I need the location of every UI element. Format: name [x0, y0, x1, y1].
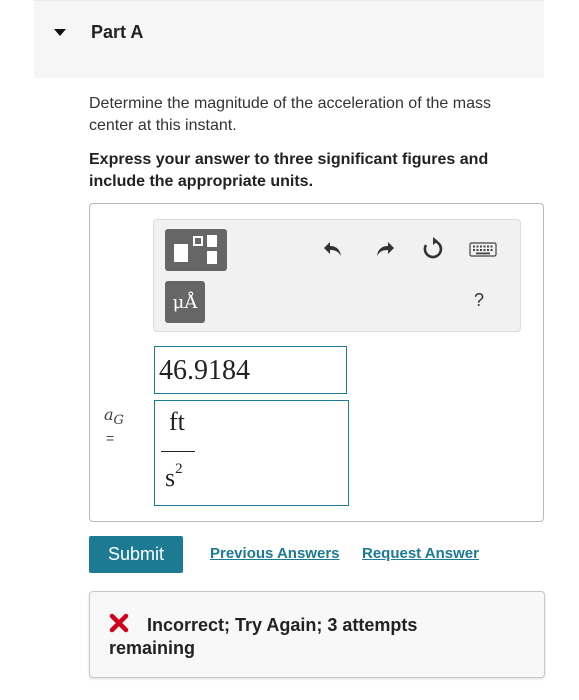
request-answer-link[interactable]: Request Answer — [362, 545, 479, 562]
collapse-caret-icon[interactable] — [54, 29, 66, 36]
unit-exponent: 2 — [175, 461, 183, 477]
part-header[interactable]: Part A — [34, 0, 544, 78]
help-button[interactable]: ? — [474, 290, 484, 311]
unit-denominator-base: s — [165, 463, 176, 492]
reset-icon[interactable] — [420, 236, 446, 262]
template-fraction-icon — [207, 235, 217, 247]
units-input[interactable]: ft s2 — [154, 400, 349, 506]
part-title: Part A — [91, 22, 144, 42]
answer-instruction: Express your answer to three significant… — [89, 151, 489, 190]
value-input[interactable]: 46.9184 — [154, 346, 347, 394]
templates-button[interactable] — [165, 229, 227, 271]
equals-sign: = — [106, 430, 115, 446]
template-fraction-bottom-icon — [207, 251, 217, 264]
keyboard-icon[interactable] — [468, 236, 498, 262]
undo-icon[interactable] — [320, 236, 346, 262]
answer-box: μÅ ? aG = 46.9184 ft s2 — [89, 203, 544, 522]
submit-button[interactable]: Submit — [89, 536, 183, 573]
variable-base: a — [104, 405, 114, 424]
previous-answers-link[interactable]: Previous Answers — [210, 545, 340, 562]
feedback-box: Incorrect; Try Again; 3 attempts remaini… — [89, 591, 545, 678]
math-toolbar: μÅ ? — [153, 219, 521, 332]
question-text: Determine the magnitude of the accelerat… — [89, 95, 491, 134]
unit-numerator: ft — [169, 407, 185, 436]
template-box-icon — [193, 236, 203, 246]
feedback-message: Incorrect; Try Again; 3 attempts remaini… — [109, 615, 418, 658]
template-square-icon — [174, 244, 188, 262]
unit-denominator: s2 — [165, 461, 183, 493]
redo-icon[interactable] — [372, 236, 398, 262]
fraction-bar — [161, 451, 195, 452]
units-button[interactable]: μÅ — [165, 281, 205, 323]
variable-label: aG — [104, 405, 124, 428]
variable-subscript: G — [113, 413, 124, 429]
